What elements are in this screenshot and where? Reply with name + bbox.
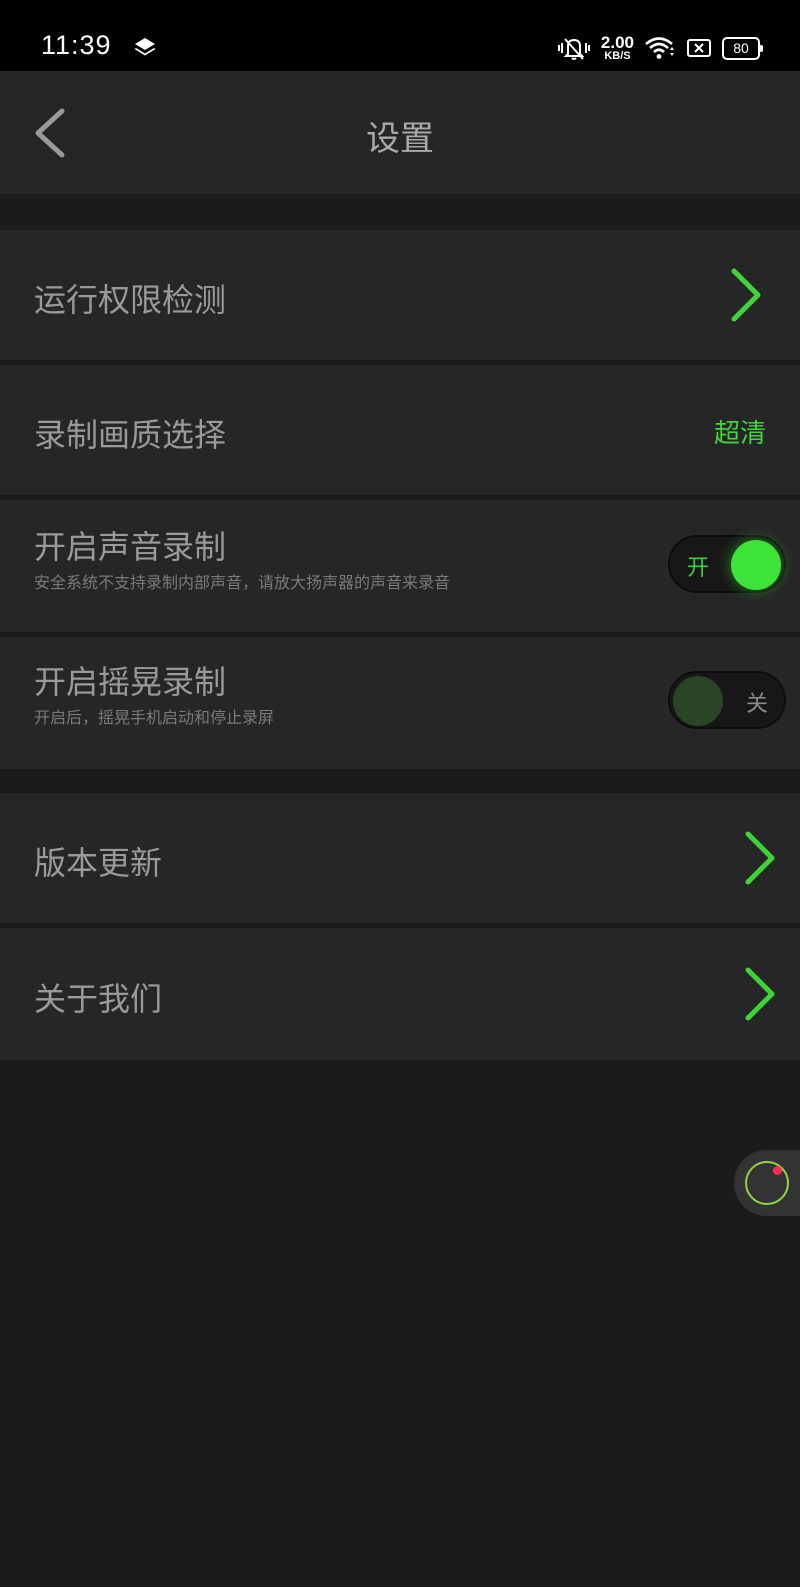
header-bar: 设置: [0, 71, 800, 194]
chevron-right-icon: [731, 268, 761, 322]
shake-record-description: 开启后，摇晃手机启动和停止录屏: [34, 708, 275, 727]
page-title: 设置: [366, 119, 434, 159]
toggle-off-label: 关: [745, 692, 768, 717]
sound-record-row: 开启声音录制 安全系统不支持录制内部声音，请放大扬声器的声音来录音 开: [0, 500, 800, 632]
sound-record-description: 安全系统不支持录制内部声音，请放大扬声器的声音来录音: [34, 573, 451, 592]
record-quality-row[interactable]: 录制画质选择 超清: [0, 365, 800, 495]
layers-icon: [134, 38, 156, 56]
toggle-on-label: 开: [687, 556, 710, 581]
toggle-knob: [673, 676, 723, 726]
mute-bell-icon: [557, 38, 590, 60]
version-update-row[interactable]: 版本更新: [0, 793, 800, 923]
permission-check-label: 运行权限检测: [34, 281, 227, 319]
net-speed: 2.00 KB/S: [601, 34, 634, 62]
sound-record-toggle[interactable]: 开: [668, 535, 786, 593]
sound-record-label: 开启声音录制: [34, 528, 227, 566]
status-icons: 2.00 KB/S 80: [557, 32, 763, 64]
about-us-label: 关于我们: [34, 980, 163, 1018]
sim-disabled-icon: [687, 39, 711, 57]
record-quality-value: 超清: [713, 419, 766, 449]
chevron-right-icon: [745, 967, 775, 1021]
record-dot-icon: [773, 1166, 782, 1175]
about-us-row[interactable]: 关于我们: [0, 928, 800, 1060]
toggle-knob: [731, 540, 781, 590]
record-ring-icon: [745, 1161, 789, 1205]
shake-record-toggle[interactable]: 关: [668, 671, 786, 729]
floating-record-button[interactable]: [734, 1150, 800, 1216]
status-bar: 11:39 2.00 KB/S 80: [0, 0, 800, 71]
permission-check-row[interactable]: 运行权限检测: [0, 230, 800, 360]
wifi-icon: [645, 37, 674, 59]
record-quality-label: 录制画质选择: [34, 416, 227, 454]
shake-record-row: 开启摇晃录制 开启后，摇晃手机启动和停止录屏 关: [0, 637, 800, 769]
chevron-right-icon: [745, 831, 775, 885]
net-speed-unit: KB/S: [604, 50, 631, 62]
status-time: 11:39: [41, 30, 112, 60]
shake-record-label: 开启摇晃录制: [34, 663, 227, 701]
battery-indicator: 80: [722, 36, 763, 60]
net-speed-value: 2.00: [600, 33, 634, 52]
version-update-label: 版本更新: [34, 844, 163, 882]
